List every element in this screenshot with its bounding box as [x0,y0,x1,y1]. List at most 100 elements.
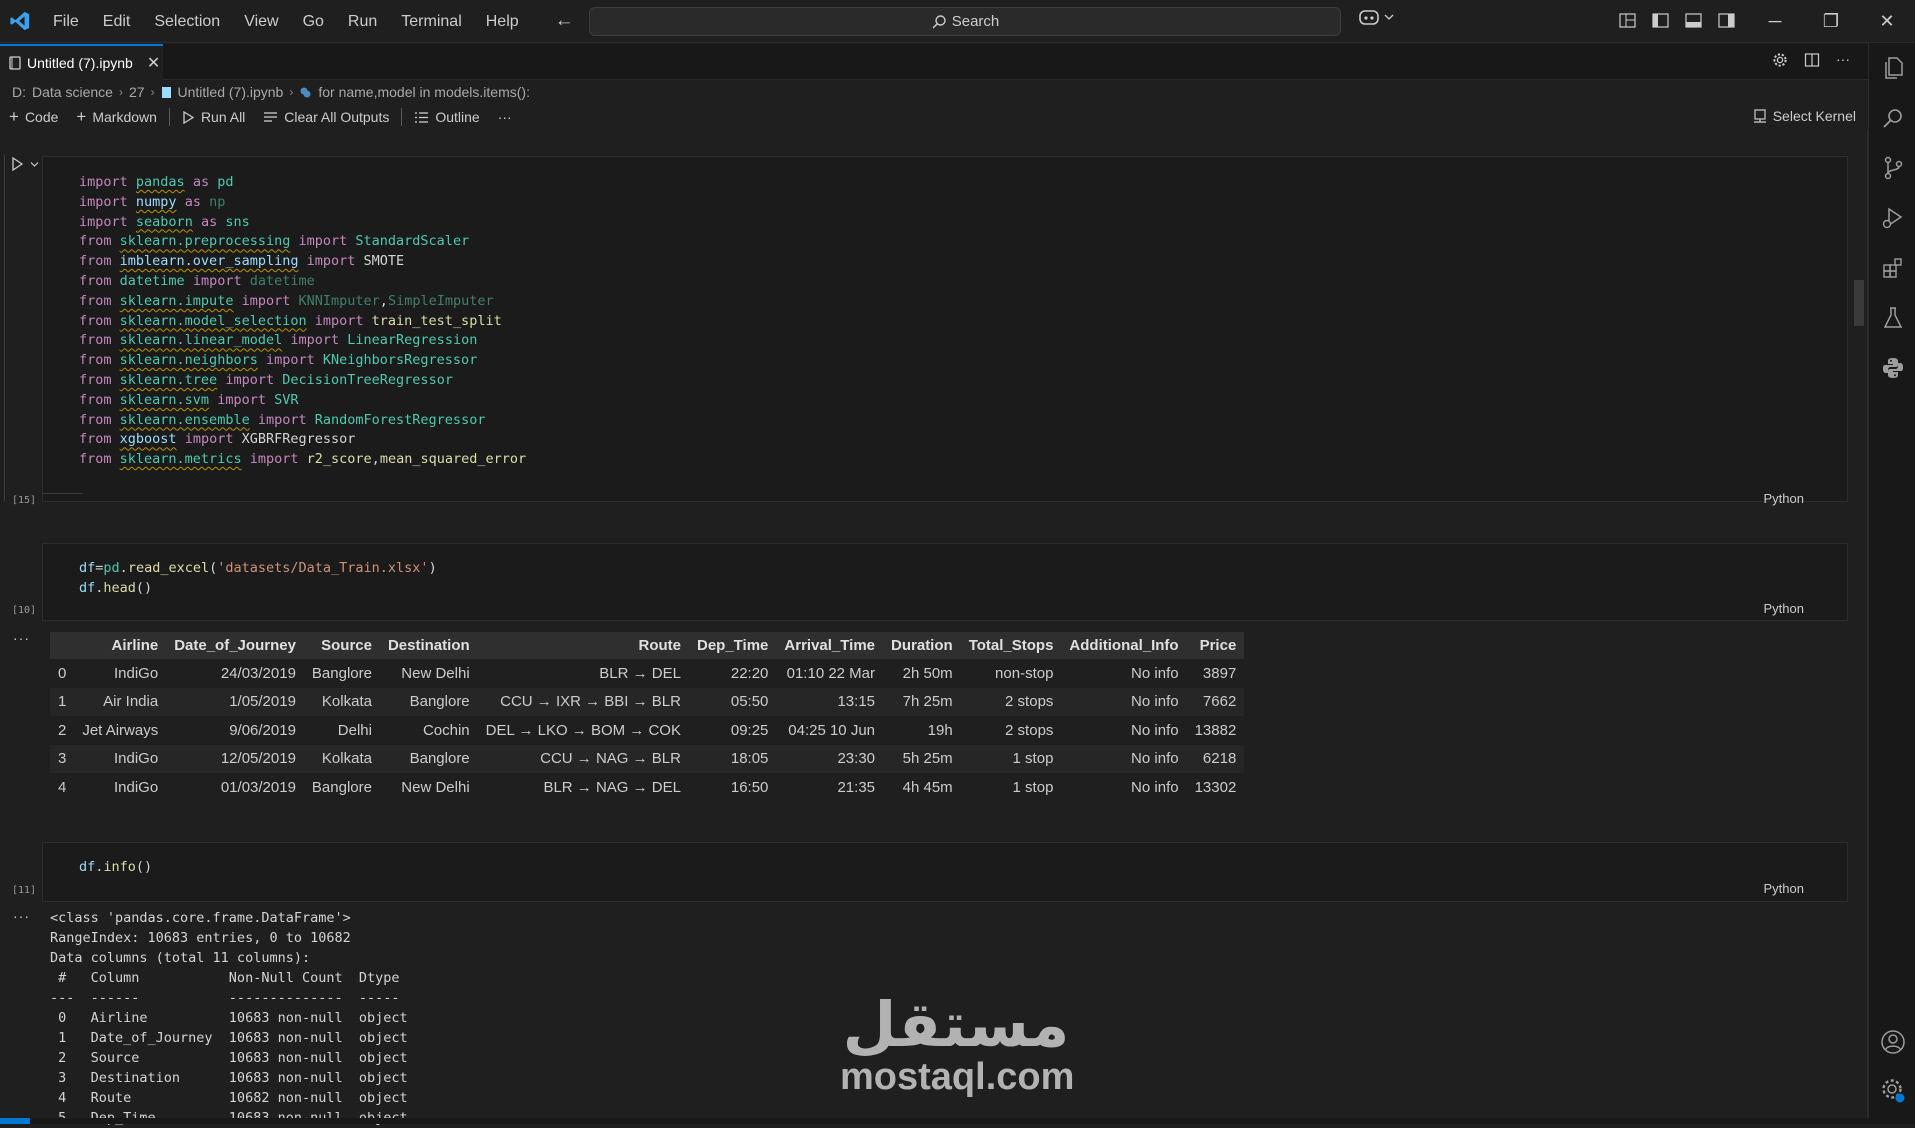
table-cell: 09:25 [730,721,769,739]
table-cell: 2 stops [960,687,1062,716]
breadcrumb-symbol[interactable]: for name,model in models.items(): [318,84,530,100]
cell-source[interactable]: import pandas as pd import numpy as np i… [79,173,526,470]
table-cell: 6218 [1186,744,1245,773]
table-cell: No info [1131,721,1179,739]
copilot-icon [1359,10,1379,25]
minimize-icon[interactable]: ─ [1747,0,1803,43]
table-cell: New Delhi [401,778,470,796]
remote-indicator[interactable] [0,1118,30,1124]
breadcrumb-separator-icon: › [150,85,155,99]
manage-gear-icon[interactable] [1880,1077,1906,1103]
testing-flask-icon[interactable] [1880,305,1906,331]
column-header: Additional_Info [1061,632,1187,659]
menu-terminal[interactable]: Terminal [389,0,473,43]
breadcrumb: D: Data science › 27 › Untitled (7).ipyn… [12,83,530,101]
menu-help[interactable]: Help [474,0,531,43]
code-cell-df-info[interactable]: df.info() [42,842,1848,902]
output-actions-icon[interactable]: ··· [13,630,30,646]
table-cell: Delhi [337,721,372,739]
run-and-debug-icon[interactable] [1880,205,1906,231]
outline-button[interactable]: Outline [405,109,488,125]
menu-edit[interactable]: Edit [91,0,143,43]
table-cell: CCU → IXR → BBI → BLR [477,687,689,716]
toolbar-divider [168,108,170,126]
explorer-icon[interactable] [1880,55,1906,81]
info-output-line: 2 Source 10683 non-null object [50,1050,408,1066]
run-cell-icon [12,157,24,171]
table-cell: 16:50 [730,778,769,796]
python-icon[interactable] [1880,355,1906,381]
vscode-logo-icon[interactable] [2,0,38,43]
cell-language-python[interactable]: Python [1764,491,1804,506]
row-index: 0 [58,664,67,682]
breadcrumb-drive[interactable]: D: [12,84,26,100]
add-markdown-cell-button[interactable]: + Markdown [67,107,166,127]
column-header: Price [1186,632,1245,659]
add-code-cell-button[interactable]: + Code [0,107,67,127]
restore-icon[interactable]: ❐ [1803,0,1859,43]
breadcrumb-separator-icon: › [118,85,123,99]
breadcrumb-folder-27[interactable]: 27 [129,84,145,100]
table-cell: 19h [927,721,953,739]
menu-view[interactable]: View [232,0,290,43]
status-bar [0,1118,1915,1124]
plus-icon: + [76,107,87,126]
back-arrow-icon[interactable]: ← [555,10,574,32]
more-actions-icon[interactable]: ··· [1836,52,1850,68]
clear-all-outputs-button[interactable]: Clear All Outputs [254,109,398,125]
extensions-icon[interactable] [1880,255,1906,281]
output-actions-icon[interactable]: ··· [13,908,30,924]
menu-selection[interactable]: Selection [142,0,232,43]
cell-language-python[interactable]: Python [1764,881,1804,896]
table-cell: Air India [74,687,167,716]
table-cell: 12/05/2019 [166,744,304,773]
breadcrumb-folder-data-science[interactable]: Data science [32,84,113,100]
table-cell: Jet Airways [82,721,159,739]
tab-untitled-7-ipynb[interactable]: Untitled (7).ipynb ✕ [0,44,163,80]
breadcrumb-file[interactable]: Untitled (7).ipynb [178,84,284,100]
table-cell: Cochin [422,721,470,739]
column-header: Total_Stops [960,632,1062,659]
toggle-panel-icon[interactable] [1683,10,1703,30]
split-editor-icon[interactable] [1804,52,1820,68]
table-cell: 3897 [1202,664,1237,682]
search-icon[interactable] [1880,105,1906,131]
cell-language-python[interactable]: Python [1764,601,1804,616]
gear-icon[interactable] [1772,52,1788,68]
table-cell: CCU → NAG → BLR [477,744,689,773]
toggle-secondary-sidebar-icon[interactable] [1716,10,1736,30]
source-control-icon[interactable] [1880,155,1906,181]
run-cell-button[interactable] [11,157,39,171]
watermark-arabic-text: مستقل [842,988,1070,1061]
customize-layout-icon[interactable] [1617,10,1637,30]
cell-source[interactable]: df=pd.read_excel('datasets/Data_Train.xl… [79,559,437,599]
table-cell: New Delhi [401,664,470,682]
vertical-scrollbar[interactable] [1854,280,1864,326]
menu-go[interactable]: Go [291,0,336,43]
column-header: Source [303,632,380,659]
toolbar-more-button[interactable]: ··· [489,109,521,125]
menu-run[interactable]: Run [336,0,389,43]
table-cell: 01/03/2019 [220,778,296,796]
cell-source[interactable]: df.info() [79,858,152,878]
code-cell-imports[interactable]: import pandas as pd import numpy as np i… [42,156,1848,502]
select-kernel-button[interactable]: Select Kernel [1753,108,1856,124]
code-cell-read-excel[interactable]: df=pd.read_excel('datasets/Data_Train.xl… [42,543,1848,621]
breadcrumb-separator-icon: › [289,85,294,99]
table-cell: 21:35 [837,778,876,796]
table-cell: Kolkata [303,687,380,716]
table-row: 2 Jet Airways 9/06/2019 Delhi Cochin DEL → LK… [50,716,1244,745]
close-tab-icon[interactable]: ✕ [147,53,160,73]
clear-all-outputs-label: Clear All Outputs [284,109,390,125]
table-cell: 24/03/2019 [220,664,296,682]
table-cell: Banglore [311,664,372,682]
menu-file[interactable]: File [41,0,91,43]
copilot-menu[interactable] [1358,8,1394,26]
run-all-icon [183,110,195,124]
run-all-button[interactable]: Run All [173,109,254,125]
command-center-search[interactable]: Search [589,7,1341,36]
accounts-icon[interactable] [1880,1029,1906,1055]
close-window-icon[interactable]: ✕ [1859,0,1915,43]
table-cell: BLR → NAG → DEL [543,778,681,796]
toggle-primary-sidebar-icon[interactable] [1650,10,1670,30]
